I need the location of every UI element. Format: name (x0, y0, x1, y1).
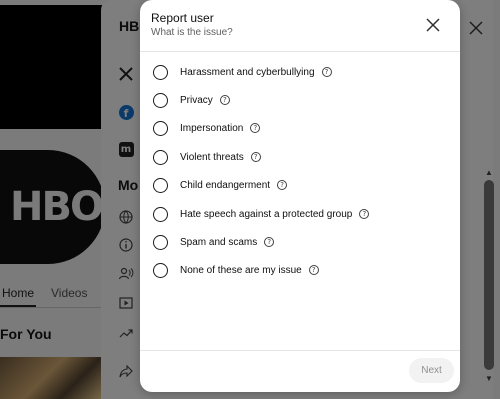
radio-button[interactable] (153, 234, 168, 250)
links-heading: Mo (118, 177, 139, 193)
scroll-down-arrow[interactable]: ▼ (485, 374, 493, 383)
subscribers-icon (118, 266, 134, 282)
option-label: Impersonation (180, 122, 244, 134)
radio-button[interactable] (153, 149, 168, 165)
trending-icon (118, 325, 134, 341)
option-label: Violent threats (180, 151, 244, 163)
option-label: Harassment and cyberbullying (180, 66, 315, 78)
option-impersonation[interactable]: Impersonation ? (153, 118, 261, 138)
option-label: Child endangerment (180, 179, 271, 191)
option-label: Privacy (180, 94, 213, 106)
info-icon (118, 237, 134, 253)
option-privacy[interactable]: Privacy ? (153, 90, 230, 110)
tab-videos[interactable]: Videos (51, 286, 87, 300)
report-user-dialog: Report user What is the issue? Harassmen… (140, 0, 460, 392)
option-label: Spam and scams (180, 236, 258, 248)
scrollbar-thumb[interactable] (484, 180, 494, 370)
option-harassment[interactable]: Harassment and cyberbullying ? (153, 62, 332, 82)
help-icon[interactable]: ? (250, 152, 261, 162)
radio-button[interactable] (153, 120, 168, 136)
help-icon[interactable]: ? (321, 67, 332, 77)
radio-button[interactable] (153, 177, 168, 193)
option-none-of-these[interactable]: None of these are my issue ? (153, 260, 319, 280)
help-icon[interactable]: ? (277, 180, 288, 190)
videos-icon (118, 295, 134, 311)
radio-button[interactable] (153, 206, 168, 222)
option-child-endangerment[interactable]: Child endangerment ? (153, 175, 288, 195)
channel-banner (0, 5, 115, 129)
scroll-up-arrow[interactable]: ▲ (485, 168, 493, 177)
header-divider (140, 51, 460, 52)
radio-button[interactable] (153, 92, 168, 108)
facebook-icon[interactable]: f (118, 104, 134, 120)
footer-divider (140, 350, 460, 351)
close-panel-icon[interactable] (468, 20, 484, 36)
option-hate-speech[interactable]: Hate speech against a protected group ? (153, 204, 370, 224)
channel-avatar[interactable]: HBO (0, 150, 105, 264)
option-label: Hate speech against a protected group (180, 208, 353, 220)
help-icon[interactable]: ? (308, 265, 319, 275)
help-icon[interactable]: ? (219, 95, 230, 105)
medium-icon[interactable]: m (118, 141, 134, 157)
dialog-subtitle: What is the issue? (151, 27, 233, 38)
help-icon[interactable]: ? (250, 123, 261, 133)
radio-button[interactable] (153, 64, 168, 80)
option-spam-scams[interactable]: Spam and scams ? (153, 232, 275, 252)
option-label: None of these are my issue (180, 264, 302, 276)
video-thumbnail[interactable] (0, 357, 103, 399)
share-icon[interactable] (118, 363, 134, 379)
help-icon[interactable]: ? (359, 209, 370, 219)
help-icon[interactable]: ? (264, 237, 275, 247)
close-icon[interactable] (423, 15, 443, 35)
radio-button[interactable] (153, 262, 168, 278)
tabs-divider (0, 307, 105, 308)
section-title: For You (0, 326, 52, 342)
dialog-title: Report user (151, 11, 214, 25)
next-button[interactable]: Next (409, 358, 454, 383)
globe-icon (118, 209, 134, 225)
x-icon[interactable] (118, 66, 134, 82)
tab-home[interactable]: Home (2, 286, 34, 300)
channel-logo-text: HBO (10, 184, 104, 230)
option-violent-threats[interactable]: Violent threats ? (153, 147, 261, 167)
